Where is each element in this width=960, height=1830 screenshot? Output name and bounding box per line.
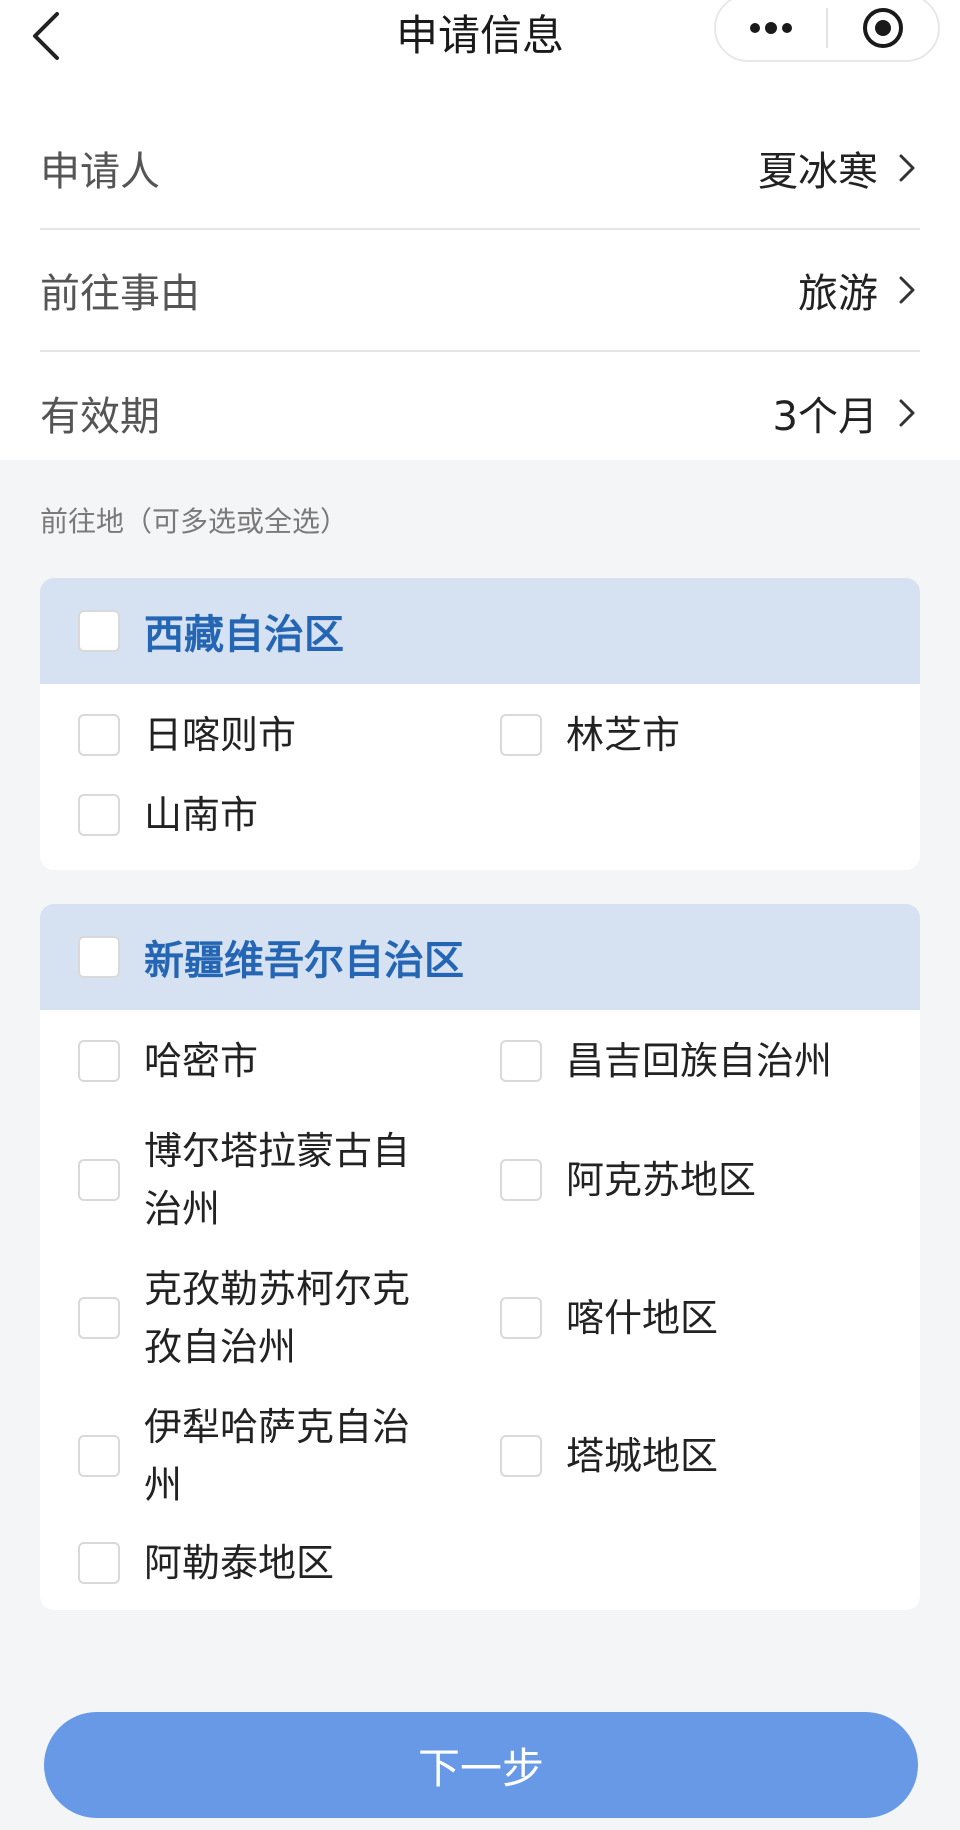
city-option[interactable]: 博尔塔拉蒙古自治州 (78, 1122, 458, 1238)
city-checkbox[interactable] (78, 794, 120, 836)
city-option[interactable]: 阿克苏地区 (500, 1122, 900, 1238)
city-option[interactable]: 山南市 (78, 786, 458, 844)
city-option[interactable]: 克孜勒苏柯尔克孜自治州 (78, 1260, 458, 1376)
reason-label: 前往事由 (40, 271, 200, 317)
region-header[interactable]: 新疆维吾尔自治区 (40, 904, 920, 1010)
target-close-icon (863, 8, 903, 48)
next-step-button[interactable]: 下一步 (44, 1712, 918, 1818)
city-option[interactable]: 塔城地区 (500, 1398, 900, 1514)
reason-row[interactable]: 前往事由 旅游 (40, 230, 920, 352)
city-label: 哈密市 (144, 1039, 259, 1083)
city-label: 阿克苏地区 (566, 1158, 757, 1202)
region-checkbox[interactable] (78, 610, 120, 652)
destination-caption: 前往地（可多选或全选） (40, 505, 349, 538)
region-checkbox[interactable] (78, 936, 120, 978)
city-checkbox[interactable] (500, 1297, 542, 1339)
region-card-tibet: 西藏自治区 日喀则市 林芝市 山南市 (40, 578, 920, 870)
city-label: 喀什地区 (566, 1296, 719, 1340)
city-label: 林芝市 (566, 713, 681, 757)
city-option[interactable]: 哈密市 (78, 1032, 458, 1090)
reason-value: 旅游 (798, 271, 878, 317)
city-option[interactable]: 伊犁哈萨克自治州 (78, 1398, 458, 1514)
applicant-value: 夏冰寒 (758, 149, 878, 195)
city-checkbox[interactable] (78, 1297, 120, 1339)
chevron-right-icon (898, 150, 920, 186)
close-button[interactable] (828, 0, 938, 60)
region-name: 西藏自治区 (144, 612, 344, 658)
city-checkbox[interactable] (500, 1040, 542, 1082)
region-name: 新疆维吾尔自治区 (144, 938, 464, 984)
region-header[interactable]: 西藏自治区 (40, 578, 920, 684)
chevron-right-icon (898, 272, 920, 308)
city-checkbox[interactable] (78, 714, 120, 756)
city-label: 阿勒泰地区 (144, 1541, 335, 1585)
validity-value: 3个月 (772, 394, 878, 440)
validity-label: 有效期 (40, 394, 160, 440)
city-label: 日喀则市 (144, 713, 297, 757)
validity-row[interactable]: 有效期 3个月 (40, 352, 920, 474)
city-checkbox[interactable] (500, 1159, 542, 1201)
city-checkbox[interactable] (78, 1435, 120, 1477)
info-section: 申请人 夏冰寒 前往事由 旅游 有效期 3个月 (0, 72, 960, 460)
city-label: 昌吉回族自治州 (566, 1039, 833, 1083)
chevron-right-icon (898, 395, 920, 431)
city-option[interactable]: 昌吉回族自治州 (500, 1032, 900, 1090)
city-label: 伊犁哈萨克自治州 (144, 1405, 411, 1507)
more-dots-icon (750, 22, 792, 34)
mini-program-capsule (714, 0, 940, 62)
city-checkbox[interactable] (500, 1435, 542, 1477)
city-label: 塔城地区 (566, 1434, 719, 1478)
city-option[interactable]: 阿勒泰地区 (78, 1534, 458, 1592)
region-card-xinjiang: 新疆维吾尔自治区 哈密市 昌吉回族自治州 博尔塔拉蒙古自治州 阿克苏地区 克孜勒… (40, 904, 920, 1610)
city-label: 克孜勒苏柯尔克孜自治州 (144, 1267, 411, 1369)
city-checkbox[interactable] (78, 1040, 120, 1082)
city-checkbox[interactable] (78, 1159, 120, 1201)
city-label: 山南市 (144, 793, 259, 837)
city-option[interactable]: 日喀则市 (78, 706, 458, 764)
city-option[interactable]: 喀什地区 (500, 1260, 900, 1376)
nav-bar: 申请信息 (0, 0, 960, 72)
applicant-label: 申请人 (40, 149, 160, 195)
city-checkbox[interactable] (78, 1542, 120, 1584)
city-option[interactable]: 林芝市 (500, 706, 900, 764)
page: 申请信息 申请人 夏冰寒 前往事由 旅游 有效期 3个月 前往地（可多选或全选）… (0, 0, 960, 1830)
city-checkbox[interactable] (500, 714, 542, 756)
more-button[interactable] (716, 0, 826, 60)
applicant-row[interactable]: 申请人 夏冰寒 (40, 108, 920, 230)
city-label: 博尔塔拉蒙古自治州 (144, 1129, 411, 1231)
